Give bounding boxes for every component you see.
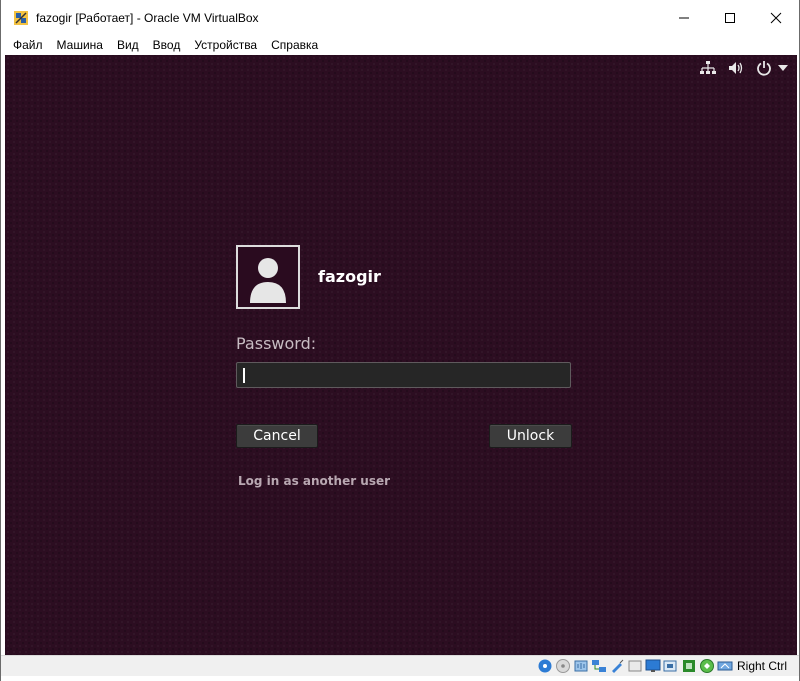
hdd-icon[interactable] (537, 658, 553, 674)
user-silhouette-icon (250, 258, 286, 303)
log-in-as-another-user-link[interactable]: Log in as another user (238, 474, 390, 488)
menu-input[interactable]: Ввод (146, 35, 188, 55)
unlock-button[interactable]: Unlock (489, 424, 572, 448)
guest-top-tray (691, 60, 789, 76)
password-input[interactable] (236, 362, 571, 388)
minimize-button[interactable] (661, 0, 707, 35)
menu-view[interactable]: Вид (110, 35, 146, 55)
virtualbox-window: fazogir [Работает] - Oracle VM VirtualBo… (0, 0, 800, 681)
user-avatar (236, 245, 300, 309)
close-icon (770, 12, 782, 23)
title-bar[interactable]: fazogir [Работает] - Oracle VM VirtualBo… (1, 0, 799, 35)
usb-icon[interactable] (609, 658, 625, 674)
keyboard-icon[interactable] (717, 658, 733, 674)
minimize-icon (679, 17, 689, 18)
menu-bar: Файл Машина Вид Ввод Устройства Справка (1, 35, 799, 55)
maximize-icon (725, 12, 735, 23)
menu-devices[interactable]: Устройства (187, 35, 264, 55)
maximize-button[interactable] (707, 0, 753, 35)
status-bar: Right Ctrl (1, 655, 799, 677)
guest-screen[interactable]: fazogir Password: Cancel Unlock Log in a… (5, 55, 797, 655)
menu-help[interactable]: Справка (264, 35, 325, 55)
cancel-button[interactable]: Cancel (236, 424, 318, 448)
network-icon[interactable] (697, 60, 719, 76)
mouse-integration-icon[interactable] (699, 658, 715, 674)
dropdown-arrow-icon[interactable] (777, 60, 789, 76)
menu-file[interactable]: Файл (1, 35, 50, 55)
cpu-icon[interactable] (681, 658, 697, 674)
audio-icon[interactable] (573, 658, 589, 674)
virtualbox-app-icon (13, 10, 29, 26)
recording-icon[interactable] (663, 658, 679, 674)
username-label: fazogir (318, 267, 381, 286)
host-key-label: Right Ctrl (736, 659, 787, 673)
volume-icon[interactable] (725, 60, 747, 76)
password-label: Password: (236, 334, 317, 353)
shared-folders-icon[interactable] (627, 658, 643, 674)
network-adapter-icon[interactable] (591, 658, 607, 674)
close-button[interactable] (753, 0, 799, 35)
window-bottom-border (1, 676, 799, 681)
optical-icon[interactable] (555, 658, 571, 674)
menu-machine[interactable]: Машина (50, 35, 110, 55)
window-title: fazogir [Работает] - Oracle VM VirtualBo… (36, 10, 259, 25)
display-icon[interactable] (645, 658, 661, 674)
power-icon[interactable] (753, 60, 775, 76)
text-caret (243, 368, 245, 383)
